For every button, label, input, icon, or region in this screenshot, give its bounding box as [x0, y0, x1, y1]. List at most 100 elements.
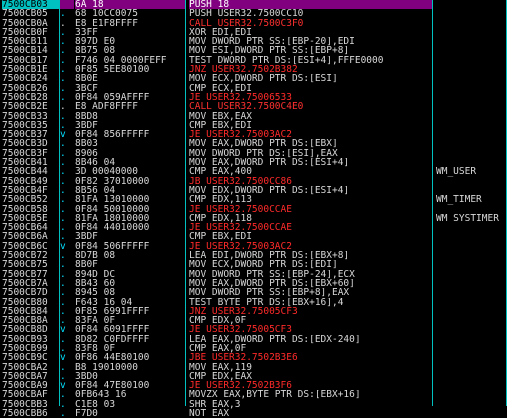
hex-dump-cell: 8945 08 — [75, 288, 116, 298]
hex-dump-cell: 0F82 37010000 — [75, 176, 150, 186]
instruction-row[interactable]: 7500CB28. 0F84 059AFFFF JE USER32.75006533 — [0, 93, 507, 102]
instruction-row[interactable]: 7500CB0A. E8 E1F8FFFF CALL USER32.7500C3F0 — [0, 19, 507, 28]
instruction-row[interactable]: 7500CBB3. C1E8 03 SHR EAX,3 — [0, 400, 507, 409]
instruction-row[interactable]: 7500CB4F. 8B56 04 MOV EDX,DWORD PTR DS:[ES… — [0, 186, 507, 195]
hex-dump-cell: 83FA 0F — [75, 316, 116, 326]
instruction-row[interactable]: 7500CB11. 897D E0 MOV DWORD PTR SS:[EBP-20… — [0, 37, 507, 46]
address-cell: 7500CB99 — [2, 343, 48, 354]
disassembly-cell: MOV ECX,DWORD PTR DS:[EDI] — [189, 260, 338, 270]
instruction-row[interactable]: 7500CB6A. 3BDF CMP EBX,EDI — [0, 232, 507, 241]
hex-dump-cell: C1E8 03 — [75, 399, 116, 410]
instruction-row[interactable]: 7500CBA7. 3BD0 CMP EDX,EAX — [0, 372, 507, 381]
disassembly-cell: JE USER32.7500CCAE — [189, 204, 292, 214]
comment-cell: WM_USER — [436, 167, 477, 177]
address-cell: 7500CBB6 — [2, 409, 48, 418]
address-cell: 7500CB6A — [2, 232, 48, 242]
instruction-row[interactable]: 7500CB77. 894D DC MOV DWORD PTR SS:[EBP-24… — [0, 270, 507, 279]
column-divider[interactable] — [432, 0, 433, 406]
hex-dump-cell: 8B0E — [75, 74, 98, 84]
instruction-row[interactable]: 7500CB75. 8B0F MOV ECX,DWORD PTR DS:[EDI] — [0, 260, 507, 269]
instruction-row[interactable]: 7500CB14. 8B75 08 MOV ESI,DWORD PTR SS:[EB… — [0, 46, 507, 55]
column-divider[interactable] — [185, 0, 186, 406]
jump-marker: . — [60, 46, 66, 56]
comment-cell — [436, 298, 506, 307]
jump-marker: . — [60, 74, 66, 84]
comment-cell — [436, 84, 506, 93]
disassembly-cell: MOV DWORD PTR SS:[EBP+8],EAX — [189, 288, 350, 298]
instruction-row[interactable]: 7500CB99. 83F8 0F CMP EAX,0F — [0, 344, 507, 353]
instruction-row[interactable]: 7500CB1E. 0F85 5EE80100 JNZ USER32.7502B38… — [0, 65, 507, 74]
jump-marker: . — [60, 334, 66, 344]
instruction-row[interactable]: 7500CB64. 0F84 44010000 JE USER32.7500CCAE — [0, 223, 507, 232]
jump-marker: . — [60, 362, 66, 372]
column-divider[interactable] — [59, 0, 60, 406]
instruction-row[interactable]: 7500CB3F. 8906 MOV DWORD PTR DS:[ESI],EAX — [0, 149, 507, 158]
disassembly-cell: JE USER32.7502B3F6 — [189, 381, 292, 391]
instruction-row[interactable]: 7500CB8D v 0F84 6091FFFF JE USER32.75005CF3 — [0, 325, 507, 334]
instruction-row[interactable]: 7500CBA2. B8 19010000 MOV EAX,119 — [0, 363, 507, 372]
disassembly-cell: JNZ USER32.75005CF3 — [189, 306, 298, 317]
comment-cell — [436, 363, 506, 372]
instruction-row[interactable]: 7500CB49. 0F82 37010000 JB USER32.7500CC86 — [0, 177, 507, 186]
instruction-row[interactable]: 7500CB3D. 8B03 MOV EAX,DWORD PTR DS:[EBX] — [0, 139, 507, 148]
instruction-row[interactable]: 7500CB84. 0F85 6991FFFF JNZ USER32.75005CF… — [0, 307, 507, 316]
instruction-row[interactable]: 7500CB44. 3D 00040000 CMP EAX,400 WM_USER — [0, 167, 507, 176]
instruction-row[interactable]: 7500CB52. 81FA 13010000 CMP EDX,113 WM_TIME… — [0, 195, 507, 204]
comment-cell — [436, 158, 506, 167]
instruction-row[interactable]: 7500CB5E. 81FA 18010000 CMP EDX,118 WM_SYST… — [0, 214, 507, 223]
hex-dump-cell: 3BD0 — [75, 371, 98, 382]
instruction-row[interactable]: 7500CB0F. 33FF XOR EDI,EDI — [0, 28, 507, 37]
comment-cell — [436, 186, 506, 195]
address-cell: 7500CB3F — [2, 148, 48, 159]
address-cell: 7500CB33 — [2, 111, 48, 121]
instruction-row[interactable]: 7500CB33. 8BD8 MOV EBX,EAX — [0, 112, 507, 121]
instruction-row[interactable]: 7500CB35. 3BDF CMP EBX,EDI — [0, 121, 507, 130]
jump-marker: v — [60, 325, 66, 335]
instruction-row[interactable]: 7500CB8A. 83FA 0F CMP EDX,0F — [0, 316, 507, 325]
disassembly-cell: NOT EAX — [189, 409, 230, 418]
instruction-row[interactable]: 7500CB7A. 8B43 60 MOV EAX,DWORD PTR DS:[EB… — [0, 279, 507, 288]
comment-cell — [436, 232, 506, 241]
hex-dump-cell: 3BCF — [75, 83, 98, 93]
jump-marker: . — [60, 185, 66, 196]
jump-marker — [60, 0, 74, 10]
instruction-row[interactable]: 7500CB24. 8B0E MOV ECX,DWORD PTR DS:[ESI] — [0, 74, 507, 83]
instruction-row[interactable]: 7500CB2E. E8 ADF8FFFF CALL USER32.7500C4E0 — [0, 102, 507, 111]
instruction-row[interactable]: 7500CB37 v 0F84 856FFFFF JE USER32.75003AC2 — [0, 130, 507, 139]
instruction-row[interactable]: 7500CB80. F643 16 04 TEST BYTE PTR DS:[EBX… — [0, 298, 507, 307]
instruction-row[interactable]: 7500CB58. 0F84 50010000 JE USER32.7500CCAE — [0, 205, 507, 214]
jump-marker: . — [60, 148, 66, 159]
jump-marker: . — [60, 269, 66, 279]
instruction-row[interactable]: 7500CBA9 v 0F84 47E80100 JE USER32.7502B3F6 — [0, 381, 507, 390]
instruction-row[interactable]: 7500CB26. 3BCF CMP ECX,EDI — [0, 84, 507, 93]
hex-dump-cell: 6A 18 — [75, 0, 185, 10]
instruction-row[interactable]: 7500CB9C v 0F86 44E80100 JBE USER32.7502B3E… — [0, 353, 507, 362]
selected-instruction-row[interactable]: 7500CB03 6A 18 PUSH 18 — [0, 0, 507, 10]
address-cell: 7500CBA9 — [2, 381, 48, 391]
instruction-row[interactable]: 7500CB17. F746 04 0000FEFF TEST DWORD PTR … — [0, 56, 507, 65]
instruction-row[interactable]: 7500CB93. 8D82 C0FDFFFF LEA EAX,DWORD PTR … — [0, 335, 507, 344]
comment-cell: WM_TIMER — [436, 195, 482, 205]
comment-cell — [436, 325, 506, 334]
instruction-row[interactable]: 7500CB6C v 0F84 506FFFFF JE USER32.75003AC2 — [0, 242, 507, 251]
address-cell: 7500CB35 — [2, 120, 48, 131]
hex-dump-cell: 8906 — [75, 148, 98, 159]
instruction-row[interactable]: 7500CBB6. F7D0 NOT EAX — [0, 409, 507, 418]
address-cell: 7500CBA2 — [2, 362, 48, 372]
instruction-row[interactable]: 7500CB41. 8B46 04 MOV EAX,DWORD PTR DS:[ES… — [0, 158, 507, 167]
address-cell: 7500CB72 — [2, 251, 48, 261]
comment-cell — [436, 139, 506, 148]
jump-marker: . — [60, 213, 66, 224]
address-cell: 7500CB7D — [2, 288, 48, 298]
instruction-row[interactable]: 7500CB7D. 8945 08 MOV DWORD PTR SS:[EBP+8]… — [0, 288, 507, 297]
instruction-row[interactable]: 7500CB72. 8D7B 08 LEA EDI,DWORD PTR DS:[EB… — [0, 251, 507, 260]
instruction-row[interactable]: 7500CB05. 68 10CC0075 PUSH USER32.7500CC10 — [0, 9, 507, 18]
instruction-row[interactable]: 7500CBAF. 0FB643 16 MOVZX EAX,BYTE PTR DS:… — [0, 390, 507, 399]
disassembly-cell: XOR EDI,EDI — [189, 27, 252, 38]
jump-marker: . — [60, 18, 66, 28]
comment-cell — [436, 130, 506, 139]
hex-dump-cell: F7D0 — [75, 409, 98, 418]
comment-cell — [436, 19, 506, 28]
disassembly-cell: JBE USER32.7502B3E6 — [189, 353, 298, 363]
comment-cell — [436, 400, 506, 409]
